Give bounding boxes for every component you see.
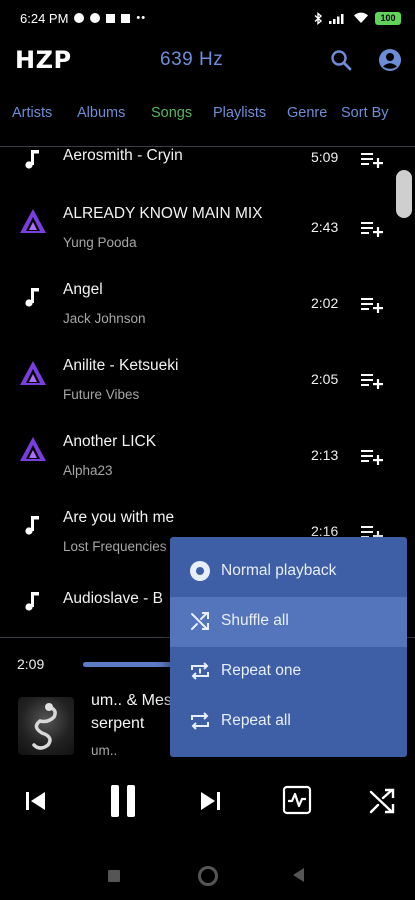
song-artist: Alpha23: [63, 463, 113, 478]
song-artist: Future Vibes: [63, 387, 140, 402]
menu-item-shuffle-all[interactable]: Shuffle all: [170, 597, 407, 647]
next-icon[interactable]: [198, 789, 222, 813]
song-duration: 2:05: [311, 371, 339, 387]
cellular-signal-icon: [329, 14, 344, 24]
now-playing-title: um.. & Mes: [91, 692, 172, 709]
menu-item-repeat-one[interactable]: Repeat one: [170, 647, 407, 697]
album-art[interactable]: [18, 697, 74, 755]
add-to-playlist-icon[interactable]: [361, 296, 383, 314]
list-scrollbar[interactable]: [396, 170, 412, 218]
message-icon: [121, 13, 131, 23]
song-title: Are you with me: [63, 509, 175, 526]
song-title: Audioslave - B: [63, 590, 163, 607]
repeat-one-icon: [191, 662, 209, 680]
add-to-playlist-icon[interactable]: [361, 151, 383, 169]
status-time: 6:24 PM: [20, 10, 69, 26]
menu-item-label: Repeat one: [221, 662, 302, 679]
record-icon: [190, 561, 210, 581]
add-to-playlist-icon[interactable]: [361, 372, 383, 390]
app-header: HZP 639 Hz: [0, 38, 415, 82]
tab-sort-by[interactable]: Sort By: [341, 105, 389, 121]
song-duration: 2:13: [311, 447, 339, 463]
previous-icon[interactable]: [24, 789, 48, 813]
pause-icon[interactable]: [107, 783, 139, 819]
repeat-icon: [191, 712, 209, 730]
playback-mode-menu: Normal playback Shuffle all Repeat one R…: [170, 537, 407, 757]
song-row[interactable]: Anilite - Ketsueki Future Vibes 2:05: [0, 340, 395, 416]
search-icon[interactable]: [328, 47, 354, 73]
tab-genre[interactable]: Genre: [287, 105, 327, 121]
music-note-icon: [25, 150, 39, 169]
triangle-logo-icon: [20, 437, 46, 461]
tab-playlists[interactable]: Playlists: [213, 105, 266, 121]
download-icon: [106, 13, 116, 23]
song-artist: Jack Johnson: [63, 311, 146, 326]
menu-item-normal-playback[interactable]: Normal playback: [170, 547, 407, 597]
music-note-icon: [25, 592, 39, 611]
triangle-logo-icon: [20, 209, 46, 233]
song-row[interactable]: Angel Jack Johnson 2:02: [0, 264, 395, 340]
menu-item-repeat-all[interactable]: Repeat all: [170, 697, 407, 747]
menu-item-label: Shuffle all: [221, 612, 289, 629]
notification-icon: [74, 13, 85, 23]
now-playing-title-line2: serpent: [91, 715, 145, 732]
song-duration: 2:43: [311, 219, 339, 235]
song-artist: Lost Frequencies: [63, 539, 167, 554]
seek-bar-progress: [83, 662, 176, 667]
song-title: Another LICK: [63, 433, 157, 450]
song-title: Aerosmith - Cryin: [63, 147, 183, 164]
menu-item-label: Normal playback: [221, 562, 337, 579]
tab-artists[interactable]: Artists: [12, 105, 52, 121]
shuffle-icon[interactable]: [368, 787, 396, 815]
song-title: ALREADY KNOW MAIN MIX: [63, 205, 263, 222]
song-row[interactable]: Another LICK Alpha23 2:13: [0, 416, 395, 492]
tab-songs[interactable]: Songs: [151, 105, 192, 121]
battery-icon: 100: [375, 11, 401, 25]
elapsed-time: 2:09: [17, 656, 45, 672]
song-title: Anilite - Ketsueki: [63, 357, 179, 374]
sync-icon: [90, 13, 101, 23]
system-nav-bar: [0, 850, 415, 900]
equalizer-icon[interactable]: [282, 785, 312, 815]
add-to-playlist-icon[interactable]: [361, 448, 383, 466]
menu-item-label: Repeat all: [221, 712, 291, 729]
back-button[interactable]: [293, 868, 304, 882]
song-duration: 2:02: [311, 295, 339, 311]
song-duration: 5:09: [311, 149, 339, 165]
song-artist: Yung Pooda: [63, 235, 137, 250]
song-row[interactable]: ALREADY KNOW MAIN MIX Yung Pooda 2:43: [0, 188, 395, 264]
shuffle-icon: [191, 612, 209, 630]
more-notifications-icon: ••: [136, 12, 147, 24]
music-note-icon: [25, 288, 39, 307]
add-to-playlist-icon[interactable]: [361, 220, 383, 238]
home-button[interactable]: [198, 866, 218, 886]
account-icon[interactable]: [377, 47, 403, 73]
now-playing-artist: um..: [91, 743, 118, 758]
music-note-icon: [25, 516, 39, 535]
wifi-icon: [354, 12, 368, 23]
serpent-artwork: [32, 703, 57, 750]
status-bar: 6:24 PM •• 100: [0, 0, 415, 36]
bluetooth-icon: [314, 11, 323, 25]
recents-button[interactable]: [108, 870, 120, 882]
frequency-label[interactable]: 639 Hz: [160, 49, 223, 71]
app-logo: HZP: [15, 46, 72, 74]
category-tabs: Artists Albums Songs Playlists Genre Sor…: [0, 100, 415, 128]
tab-albums[interactable]: Albums: [77, 105, 125, 121]
song-title: Angel: [63, 281, 103, 298]
triangle-logo-icon: [20, 361, 46, 385]
